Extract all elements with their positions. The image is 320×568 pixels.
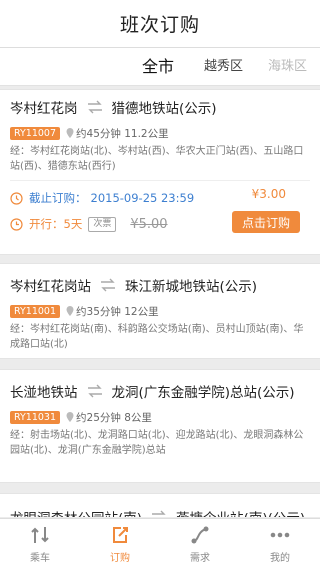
- tab-order-label: 订购: [110, 552, 130, 564]
- origin-stop: 长湴地铁站: [10, 385, 78, 401]
- tab-ride[interactable]: 乘车: [0, 519, 80, 568]
- swap-arrows-icon: [101, 278, 115, 292]
- tab-all-city[interactable]: 全市: [142, 48, 174, 85]
- original-price: ¥5.00: [130, 216, 168, 232]
- ticket-type-tag: 次票: [88, 216, 117, 232]
- route-code-badge: RY11001: [10, 304, 61, 318]
- district-tabs: 全市 越秀区 海珠区: [0, 48, 320, 86]
- history-clock-icon: [10, 191, 23, 205]
- destination-stop: 燕塘企业站(南)(公示): [176, 507, 305, 517]
- swap-arrows-icon: [87, 100, 102, 114]
- location-pin-icon: [66, 412, 74, 422]
- duration-distance: 约35分钟 12公里: [76, 305, 159, 318]
- page-title: 班次订购: [119, 14, 200, 36]
- route-card[interactable]: 长湴地铁站 龙洞(广东金融学院)总站(公示) RY11031 约25分钟 8公里…: [0, 369, 320, 483]
- route-card[interactable]: 岑村红花岗站 珠江新城地铁站(公示) RY11001 约35分钟 12公里 经：…: [0, 263, 320, 359]
- deadline-label: 截止订购：: [29, 191, 87, 205]
- destination-stop: 猎德地铁站(公示): [111, 101, 217, 117]
- via-stops: 经：岑村红花岗站(北)、岑村站(西)、华农大正门站(西)、五山路口站(西)、猎德…: [10, 146, 304, 172]
- order-button[interactable]: 点击订购: [232, 211, 300, 233]
- tab-yuexiu[interactable]: 越秀区: [204, 48, 243, 85]
- more-dots-icon: [270, 532, 290, 537]
- location-pin-icon: [66, 306, 74, 316]
- route-code-badge: RY11031: [10, 410, 61, 424]
- route-list: 岑村红花岗 猎德地铁站(公示) RY11007 约45分钟 11.2公里 经：岑…: [0, 87, 320, 517]
- app-header: 班次订购: [0, 0, 320, 48]
- swap-arrows-icon: [152, 510, 166, 515]
- demand-icon: [191, 526, 209, 543]
- origin-stop: 岑村红花岗站: [10, 279, 91, 295]
- tab-mine[interactable]: 我的: [240, 519, 320, 568]
- route-arrows-icon: [31, 526, 49, 543]
- origin-stop: 龙眼洞森林公园站(南): [10, 507, 142, 517]
- route-card[interactable]: 龙眼洞森林公园站(南) 燕塘企业站(南)(公示): [0, 493, 320, 517]
- route-code-badge: RY11007: [10, 126, 61, 140]
- via-stops: 经：岑村红花岗站(南)、科韵路公交场站(南)、员村山顶站(南)、华成路口站(北): [10, 324, 304, 350]
- location-pin-icon: [66, 128, 74, 138]
- tab-demand-label: 需求: [190, 552, 210, 564]
- destination-stop: 龙洞(广东金融学院)总站(公示): [111, 385, 295, 401]
- tab-haizhu[interactable]: 海珠区: [268, 48, 307, 85]
- tab-mine-label: 我的: [270, 552, 290, 564]
- deadline-time: 2015-09-25 23:59: [90, 191, 195, 205]
- divider: [10, 180, 310, 181]
- duration-distance: 约45分钟 11.2公里: [76, 127, 169, 140]
- order-icon: [113, 526, 128, 543]
- bottom-tab-bar: 乘车 订购 需求 我的: [0, 518, 320, 568]
- via-stops: 经：射击场站(北)、龙洞路口站(北)、迎龙路站(北)、龙眼洞森林公园站(北)、龙…: [10, 430, 304, 456]
- destination-stop: 珠江新城地铁站(公示): [125, 279, 258, 295]
- tab-order[interactable]: 订购: [80, 519, 160, 568]
- duration-distance: 约25分钟 8公里: [76, 411, 152, 424]
- route-card[interactable]: 岑村红花岗 猎德地铁站(公示) RY11007 约45分钟 11.2公里 经：岑…: [0, 89, 320, 255]
- origin-stop: 岑村红花岗: [10, 101, 78, 117]
- swap-arrows-icon: [87, 384, 102, 398]
- tab-demand[interactable]: 需求: [160, 519, 240, 568]
- clock-icon: [10, 217, 23, 231]
- tab-ride-label: 乘车: [30, 552, 50, 564]
- price: ¥3.00: [251, 187, 286, 201]
- run-days: 开行：5天: [29, 217, 83, 231]
